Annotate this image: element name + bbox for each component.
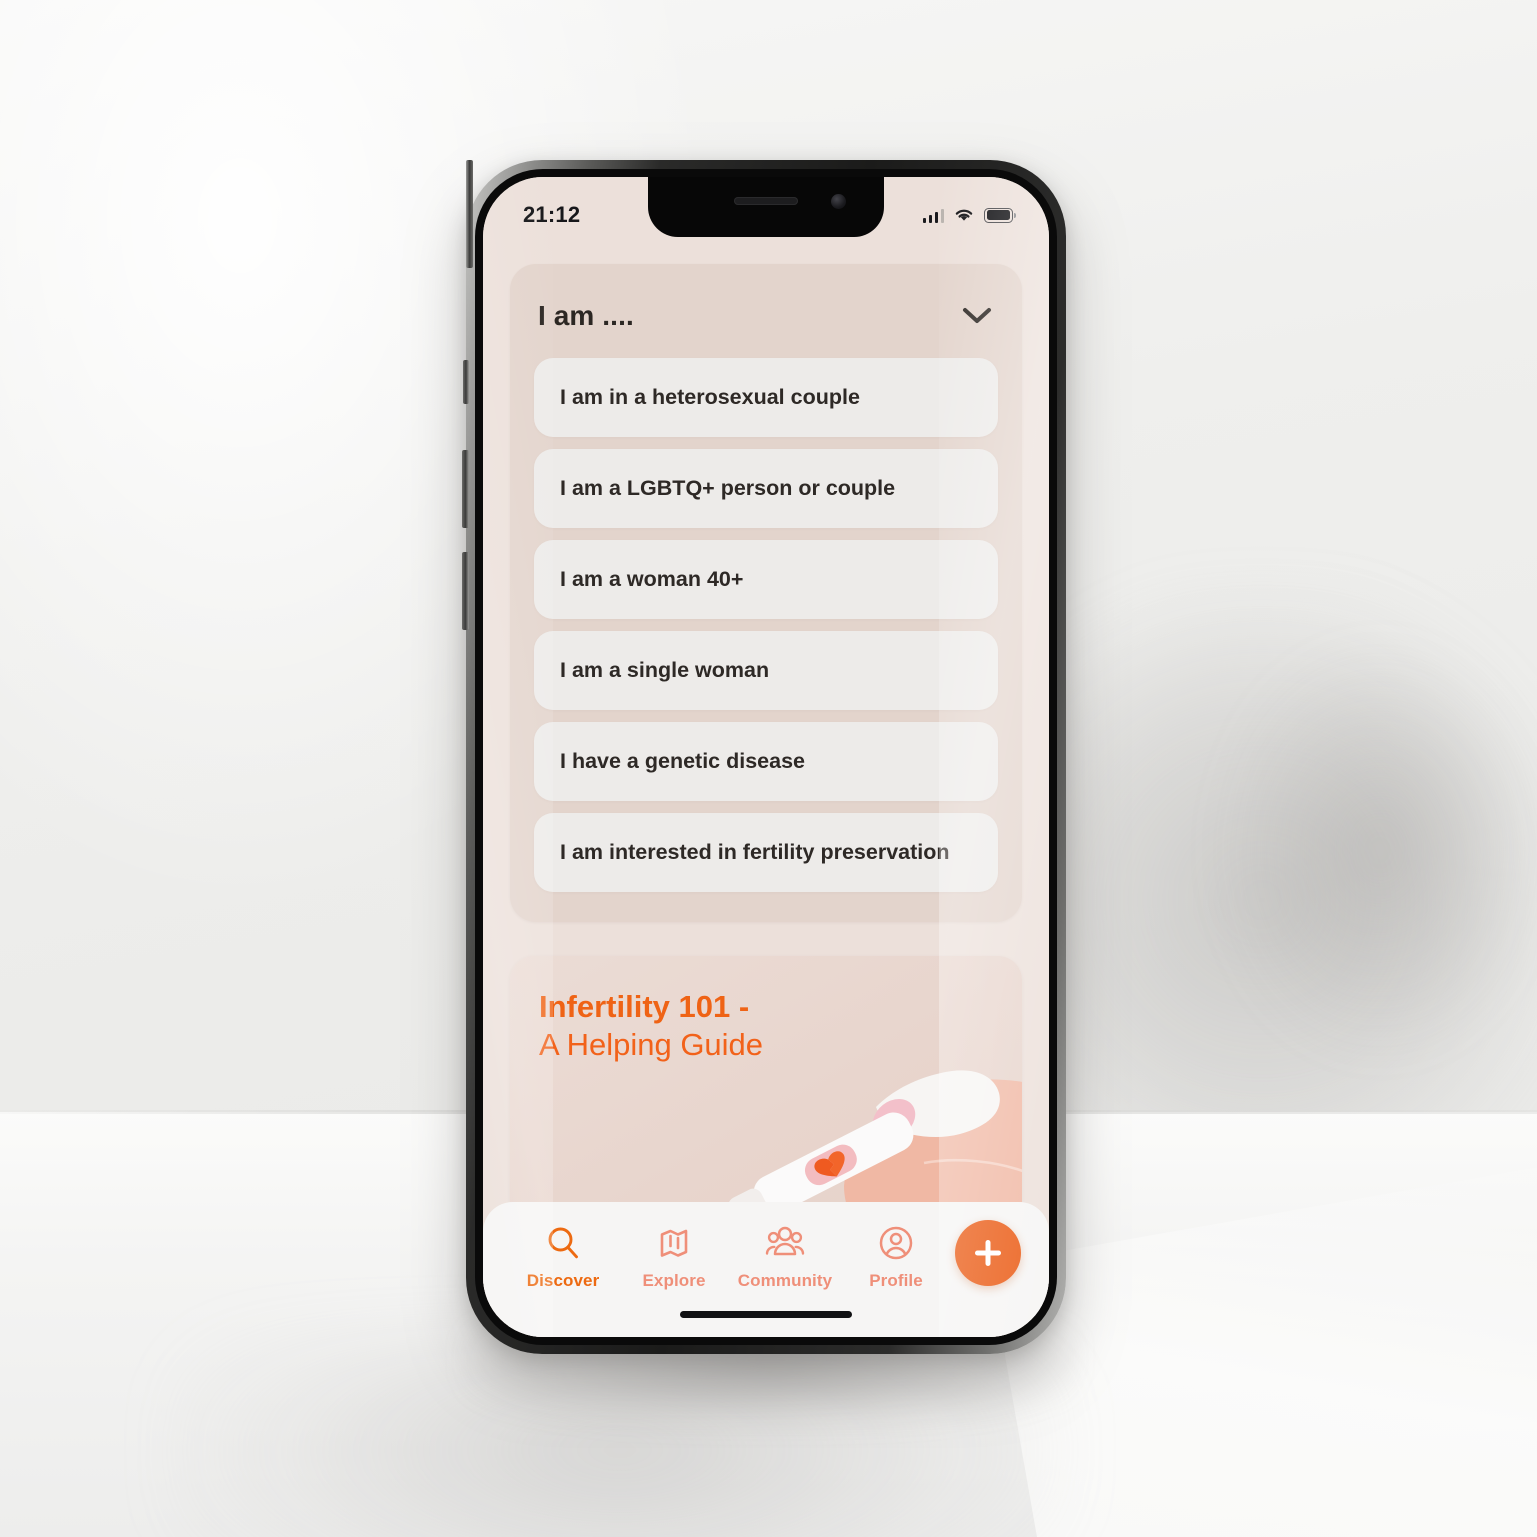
- earpiece-speaker: [734, 197, 798, 205]
- battery-icon: [984, 207, 1017, 223]
- search-icon: [545, 1222, 581, 1264]
- option-fertility-preservation[interactable]: I am interested in fertility preservatio…: [534, 813, 998, 892]
- notch: [648, 177, 884, 237]
- bottom-navigation-bar: Discover Explore Community Profile: [483, 1202, 1049, 1337]
- option-genetic-disease[interactable]: I have a genetic disease: [534, 722, 998, 801]
- front-camera: [831, 194, 846, 209]
- user-circle-icon: [878, 1222, 914, 1264]
- nav-label-discover: Discover: [526, 1271, 600, 1290]
- promo-title-line1: Infertility 101 -: [539, 989, 750, 1024]
- option-label: I have a genetic disease: [560, 748, 805, 773]
- option-label: I am a LGBTQ+ person or couple: [560, 475, 896, 500]
- phone-device: 21:12 I am .... I am in a heterosexual c…: [462, 160, 1066, 1354]
- option-heterosexual-couple[interactable]: I am in a heterosexual couple: [534, 358, 998, 437]
- power-button[interactable]: [466, 160, 473, 268]
- map-icon: [656, 1222, 692, 1264]
- phone-screen: 21:12 I am .... I am in a heterosexual c…: [483, 177, 1049, 1337]
- option-label: I am interested in fertility preservatio…: [560, 839, 950, 864]
- i-am-dropdown-toggle[interactable]: I am ....: [510, 264, 1022, 358]
- app-root: I am .... I am in a heterosexual couple …: [483, 177, 1049, 1337]
- i-am-option-list: I am in a heterosexual couple I am a LGB…: [510, 358, 1022, 892]
- nav-items-row: Discover Explore Community Profile: [505, 1220, 1027, 1291]
- option-woman-40-plus[interactable]: I am a woman 40+: [534, 540, 998, 619]
- people-group-icon: [765, 1222, 805, 1264]
- nav-item-explore[interactable]: Explore: [622, 1222, 726, 1291]
- mute-switch[interactable]: [463, 360, 469, 404]
- nav-item-community[interactable]: Community: [733, 1222, 837, 1291]
- plus-icon: [975, 1240, 1001, 1266]
- add-button-fab[interactable]: [955, 1220, 1021, 1286]
- nav-label-explore: Explore: [642, 1271, 706, 1290]
- nav-item-discover[interactable]: Discover: [511, 1222, 615, 1291]
- status-bar-time: 21:12: [523, 202, 581, 227]
- promo-title: Infertility 101 - A Helping Guide: [539, 988, 763, 1065]
- nav-item-profile[interactable]: Profile: [844, 1222, 948, 1291]
- cellular-signal-icon: [922, 208, 944, 223]
- option-single-woman[interactable]: I am a single woman: [534, 631, 998, 710]
- scroll-content[interactable]: I am .... I am in a heterosexual couple …: [483, 239, 1049, 1202]
- option-label: I am in a heterosexual couple: [560, 384, 860, 409]
- option-label: I am a single woman: [560, 657, 770, 682]
- promo-title-line2: A Helping Guide: [539, 1027, 764, 1063]
- status-bar-indicators: [922, 207, 1017, 223]
- wifi-icon: [955, 209, 973, 221]
- infertility-101-promo-card[interactable]: Infertility 101 - A Helping Guide: [510, 956, 1022, 1202]
- option-lgbtq-person-or-couple[interactable]: I am a LGBTQ+ person or couple: [534, 449, 998, 528]
- volume-up-button[interactable]: [462, 450, 469, 528]
- nav-label-profile: Profile: [869, 1271, 923, 1290]
- chevron-down-icon[interactable]: [962, 307, 992, 326]
- i-am-dropdown-panel: I am .... I am in a heterosexual couple …: [510, 264, 1022, 922]
- option-label: I am a woman 40+: [560, 566, 744, 591]
- home-indicator[interactable]: [680, 1311, 852, 1318]
- dropdown-title: I am ....: [538, 300, 634, 331]
- phone-wall-shadow-secondary: [1215, 640, 1537, 1060]
- nav-label-community: Community: [737, 1271, 833, 1290]
- volume-down-button[interactable]: [462, 552, 469, 630]
